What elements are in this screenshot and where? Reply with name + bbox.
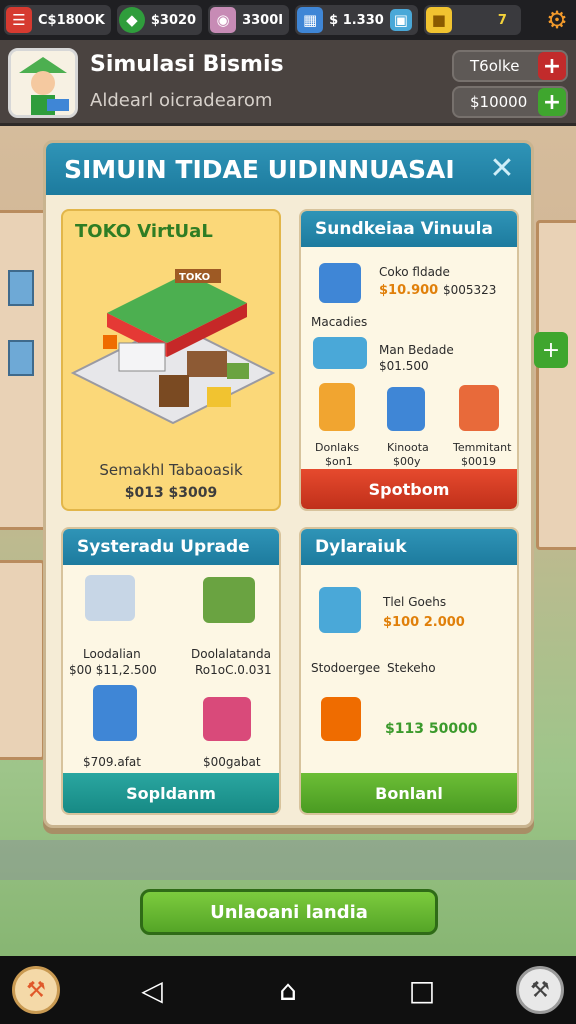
resource-bar: ☰ C$180OK ◆ $3020 ◉ 3300I ▦ $ 1.330 ▣ ■ … [0,0,576,40]
display-shelf-icon[interactable] [203,577,255,623]
plus-icon[interactable]: + [538,52,566,80]
storage-icon: ▣ [389,9,412,31]
appliance-icon[interactable] [319,587,361,633]
bag-icon: ◉ [210,7,237,33]
store-title: TOKO VirtUaL [75,221,213,242]
header-button-2[interactable]: $10000 + [452,86,568,118]
game-header: Simulasi Bismis Aldearl oicradearom T6ol… [0,40,576,126]
tools-icon[interactable]: ⚒ [516,966,564,1014]
store-price: $013 $3009 [124,485,218,501]
box-icon[interactable] [321,697,361,741]
resource-gems[interactable]: ◆ $3020 [116,5,203,35]
stack-icon[interactable] [459,385,499,431]
crate-icon: ▦ [297,7,324,33]
crate-upgrade-icon[interactable] [203,697,251,741]
gold-block-icon: ■ [425,7,452,33]
side-plus-button[interactable]: + [534,332,568,368]
laptop-icon[interactable] [85,575,135,621]
simulation-modal: SIMUIN TIDAE UIDINNUASAI ✕ TOKO VirtUaL … [43,140,534,828]
store-panel[interactable]: TOKO VirtUaL TOKO Semakhl Tabaoasik $013… [61,209,281,511]
book-icon: ☰ [6,7,32,33]
fridge-icon[interactable] [387,387,425,431]
section-label: Macadies [311,315,368,329]
simulation-panel: Sundkeiaa Vinuula Coko fldade $10.900 $0… [299,209,519,511]
simulation-panel-title: Sundkeiaa Vinuula [301,211,517,247]
recents-icon[interactable]: □ [402,970,442,1010]
plus-icon[interactable]: + [538,88,566,116]
shelf-icon[interactable] [319,383,355,431]
game-name: Simulasi Bismis [90,52,284,77]
resource-bag[interactable]: ◉ 3300I [208,5,290,35]
main-action-button[interactable]: Unlaoani landia [140,889,438,935]
spotbom-button[interactable]: Spotbom [301,469,517,509]
register-icon[interactable] [319,263,361,303]
upgrade-panel: Systeradu Uprade Loodalian $00 $11,2.500… [61,527,281,815]
home-icon[interactable]: ⌂ [268,970,308,1010]
resource-gold[interactable]: ■ 7 [423,5,521,35]
gem-icon: ◆ [118,7,145,33]
machines-icon[interactable] [313,337,367,369]
modal-title: SIMUIN TIDAE UIDINNUASAI [46,143,531,195]
back-icon[interactable]: ◁ [132,970,172,1010]
header-button-1[interactable]: T6olke + [452,50,568,82]
store-caption: Semakhl Tabaoasik [99,461,243,479]
hammer-icon[interactable]: ⚒ [12,966,60,1014]
upgrade-button[interactable]: Sopldanm [63,773,279,813]
store-illustration: TOKO [70,269,276,425]
resource-crates[interactable]: ▦ $ 1.330 ▣ [295,5,418,35]
gear-icon[interactable]: ⚙ [542,5,572,35]
system-nav-bar: ⚒ ◁ ⌂ □ ⚒ [0,956,576,1024]
svg-text:TOKO: TOKO [179,272,210,283]
dyl-panel-title: Dylaraiuk [301,529,517,565]
upgrade-panel-title: Systeradu Uprade [63,529,279,565]
game-subtitle: Aldearl oicradearom [90,90,273,111]
bonlanl-button[interactable]: Bonlanl [301,773,517,813]
cooler-icon[interactable] [93,685,137,741]
resource-books[interactable]: ☰ C$180OK [4,5,111,35]
avatar[interactable] [8,48,78,118]
dyl-panel: Dylaraiuk Tlel Goehs $100 2.000 Stodoerg… [299,527,519,815]
close-icon[interactable]: ✕ [485,151,519,186]
